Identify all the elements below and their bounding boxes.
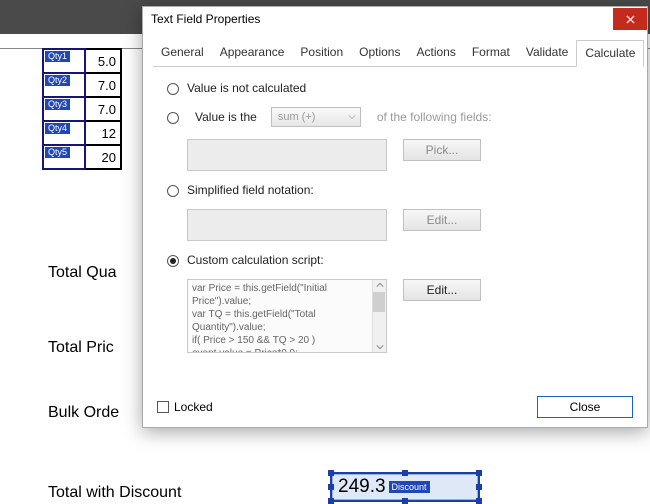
label-bulk-order: Bulk Orde: [48, 404, 119, 422]
field-tag: Qty4: [45, 123, 70, 134]
qty-field[interactable]: Qty2: [43, 73, 85, 97]
cell-value: 7.0: [85, 73, 121, 97]
label-total-quantity: Total Qua: [48, 264, 116, 282]
edit-script-button[interactable]: Edit...: [403, 279, 481, 301]
table-row: Qty1 5.0: [43, 49, 121, 73]
field-tag: Qty5: [45, 147, 70, 158]
tab-calculate[interactable]: Calculate: [576, 40, 644, 67]
label-value-is: Value is the: [195, 110, 257, 124]
tab-position[interactable]: Position: [292, 40, 351, 67]
chevron-up-icon[interactable]: [375, 280, 385, 290]
calculate-panel: Value is not calculated Value is the sum…: [143, 67, 647, 353]
titlebar[interactable]: Text Field Properties: [143, 7, 647, 31]
tab-validate[interactable]: Validate: [518, 40, 576, 67]
label-not-calculated: Value is not calculated: [187, 81, 306, 95]
cell-value: 5.0: [85, 49, 121, 73]
simplified-box[interactable]: [187, 209, 387, 241]
table-row: Qty2 7.0: [43, 73, 121, 97]
pick-button[interactable]: Pick...: [403, 139, 481, 161]
qty-field[interactable]: Qty1: [43, 49, 85, 73]
field-tag: Qty1: [45, 51, 70, 62]
table-row: Qty5 20: [43, 145, 121, 169]
text-field-properties-dialog: Text Field Properties General Appearance…: [142, 6, 648, 428]
label-of-fields: of the following fields:: [377, 110, 492, 124]
radio-not-calculated[interactable]: [167, 83, 179, 95]
table-row: Qty4 12: [43, 121, 121, 145]
sum-fields-box[interactable]: [187, 139, 387, 171]
field-tag: Qty2: [45, 75, 70, 86]
edit-simplified-button[interactable]: Edit...: [403, 209, 481, 231]
close-icon[interactable]: [613, 8, 647, 30]
checkbox-box[interactable]: [157, 401, 169, 413]
chevron-down-icon[interactable]: [375, 342, 385, 352]
discount-value: 249.3: [332, 476, 386, 498]
dialog-title: Text Field Properties: [151, 12, 260, 26]
quantity-table: Qty1 5.0 Qty2 7.0 Qty3 7.0 Qty4 12 Qty5 20: [42, 48, 122, 170]
tab-appearance[interactable]: Appearance: [212, 40, 293, 67]
tab-actions[interactable]: Actions: [408, 40, 463, 67]
label-total-with-discount: Total with Discount: [48, 484, 181, 502]
qty-field[interactable]: Qty4: [43, 121, 85, 145]
qty-field[interactable]: Qty5: [43, 145, 85, 169]
close-button[interactable]: Close: [537, 396, 633, 418]
operation-value: sum (+): [278, 111, 316, 123]
script-textarea[interactable]: var Price = this.getField("Initial Price…: [187, 279, 387, 353]
tab-options[interactable]: Options: [351, 40, 408, 67]
discount-field-selected[interactable]: 249.3 Discount: [330, 472, 480, 502]
cell-value: 12: [85, 121, 121, 145]
radio-simplified[interactable]: [167, 185, 179, 197]
locked-checkbox[interactable]: Locked: [157, 400, 213, 414]
label-custom-script: Custom calculation script:: [187, 253, 324, 267]
chevron-down-icon: [348, 113, 356, 121]
operation-dropdown[interactable]: sum (+): [271, 107, 361, 127]
cell-value: 20: [85, 145, 121, 169]
label-total-price: Total Pric: [48, 339, 114, 357]
qty-field[interactable]: Qty3: [43, 97, 85, 121]
radio-custom-script[interactable]: [167, 255, 179, 267]
scroll-thumb[interactable]: [373, 292, 385, 312]
tab-format[interactable]: Format: [464, 40, 518, 67]
tabstrip: General Appearance Position Options Acti…: [153, 39, 637, 67]
cell-value: 7.0: [85, 97, 121, 121]
label-simplified: Simplified field notation:: [187, 183, 314, 197]
field-tag: Qty3: [45, 99, 70, 110]
tab-general[interactable]: General: [153, 40, 212, 67]
table-row: Qty3 7.0: [43, 97, 121, 121]
field-tag: Discount: [389, 481, 430, 493]
locked-label: Locked: [174, 400, 213, 414]
radio-value-is[interactable]: [167, 112, 179, 124]
scrollbar[interactable]: [372, 280, 386, 352]
